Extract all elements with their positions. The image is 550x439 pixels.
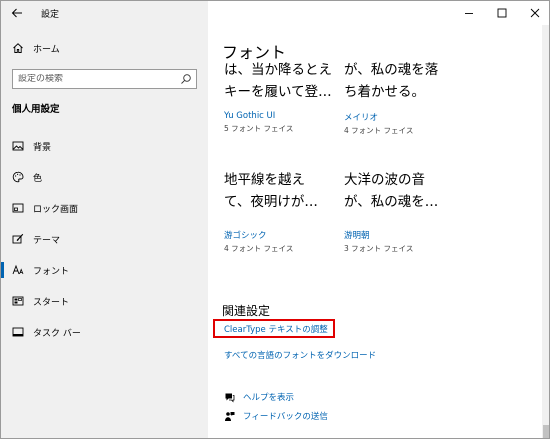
image-icon bbox=[12, 140, 24, 152]
search-icon bbox=[181, 74, 191, 84]
palette-icon bbox=[12, 171, 24, 183]
sidebar-item-start[interactable]: スタート bbox=[1, 287, 208, 315]
font-card-yu-mincho[interactable]: 大洋の波の音 が、私の魂を… 游明朝 3 フォント フェイス bbox=[344, 169, 454, 254]
sidebar-item-label: ロック画面 bbox=[33, 204, 79, 215]
search-box[interactable] bbox=[12, 69, 197, 89]
show-help-label: ヘルプを表示 bbox=[243, 393, 295, 403]
sidebar-item-label: テーマ bbox=[33, 235, 61, 246]
font-name-link[interactable]: 游明朝 bbox=[344, 229, 454, 241]
sidebar-item-label: スタート bbox=[33, 297, 70, 308]
font-card-yu-gothic-ui[interactable]: は、当か降るとえ キーを履いて登… Yu Gothic UI 5 フォント フェ… bbox=[224, 59, 334, 134]
help-chat-icon bbox=[224, 392, 235, 403]
font-face-count: 4 フォント フェイス bbox=[224, 244, 294, 253]
theme-brush-icon bbox=[12, 233, 24, 245]
close-icon bbox=[530, 8, 539, 18]
font-icon bbox=[12, 264, 24, 276]
font-card-meiryo[interactable]: が、私の魂を落 ち着かせる。 メイリオ 4 フォント フェイス bbox=[344, 59, 454, 136]
sidebar-item-home[interactable]: ホーム bbox=[1, 37, 208, 59]
minimize-icon bbox=[464, 13, 473, 14]
minimize-button[interactable] bbox=[452, 1, 485, 25]
font-sample-line: 地平線を越え bbox=[224, 172, 305, 188]
sidebar: 設定 ホーム 個人用設定 背景 色 bbox=[1, 1, 208, 438]
sidebar-item-label: 色 bbox=[33, 173, 43, 184]
font-sample-line: キーを履いて登… bbox=[224, 84, 332, 100]
selection-indicator bbox=[1, 262, 4, 278]
related-settings-title: 関連設定 bbox=[222, 304, 271, 318]
show-help-link[interactable]: ヘルプを表示 bbox=[224, 390, 294, 404]
font-name-link[interactable]: メイリオ bbox=[344, 111, 454, 123]
font-card-yu-gothic[interactable]: 地平線を越え て、夜明けが… 游ゴシック 4 フォント フェイス bbox=[224, 169, 334, 254]
sidebar-item-lock-screen[interactable]: ロック画面 bbox=[1, 194, 208, 222]
sidebar-item-label: 背景 bbox=[33, 142, 52, 153]
send-feedback-label: フィードバックの送信 bbox=[243, 412, 328, 422]
app-title: 設定 bbox=[41, 9, 60, 20]
sidebar-item-label: フォント bbox=[33, 266, 70, 277]
maximize-button[interactable] bbox=[485, 1, 518, 25]
home-icon bbox=[12, 42, 24, 54]
sidebar-item-background[interactable]: 背景 bbox=[1, 132, 208, 160]
section-title: 個人用設定 bbox=[12, 104, 60, 115]
font-name-link[interactable]: Yu Gothic UI bbox=[224, 111, 334, 121]
send-feedback-link[interactable]: フィードバックの送信 bbox=[224, 409, 328, 423]
sidebar-item-taskbar[interactable]: タスク バー bbox=[1, 318, 208, 346]
font-sample-line: は、当か降るとえ bbox=[224, 62, 332, 78]
font-sample-line: て、夜明けが… bbox=[224, 194, 318, 210]
titlebar-left: 設定 bbox=[1, 1, 208, 25]
sidebar-item-font[interactable]: フォント bbox=[1, 256, 208, 284]
cleartype-link[interactable]: ClearType テキストの調整 bbox=[224, 323, 328, 335]
sidebar-item-color[interactable]: 色 bbox=[1, 163, 208, 191]
scrollbar-thumb[interactable] bbox=[543, 425, 549, 438]
main-content: フォント は、当か降るとえ キーを履いて登… Yu Gothic UI 5 フォ… bbox=[208, 1, 549, 438]
maximize-icon bbox=[497, 8, 506, 18]
download-fonts-link[interactable]: すべての言語のフォントをダウンロード bbox=[224, 349, 376, 361]
font-sample-line: 大洋の波の音 bbox=[344, 172, 425, 188]
home-label: ホーム bbox=[33, 44, 60, 55]
back-button[interactable] bbox=[1, 1, 33, 25]
settings-window: 設定 ホーム 個人用設定 背景 色 bbox=[0, 0, 550, 439]
font-sample-line: が、私の魂を… bbox=[344, 194, 439, 210]
search-input[interactable] bbox=[18, 74, 178, 84]
font-sample-line: ち着かせる。 bbox=[344, 84, 425, 100]
feedback-icon bbox=[224, 411, 235, 422]
taskbar-icon bbox=[12, 326, 24, 338]
scrollbar[interactable] bbox=[542, 25, 549, 438]
back-arrow-icon bbox=[11, 8, 22, 18]
close-button[interactable] bbox=[518, 1, 549, 25]
font-sample-line: が、私の魂を落 bbox=[344, 62, 439, 78]
sidebar-item-theme[interactable]: テーマ bbox=[1, 225, 208, 253]
sidebar-item-label: タスク バー bbox=[33, 328, 81, 339]
font-name-link[interactable]: 游ゴシック bbox=[224, 229, 334, 241]
lock-screen-icon bbox=[12, 202, 24, 214]
window-controls bbox=[452, 1, 549, 25]
font-face-count: 4 フォント フェイス bbox=[344, 126, 414, 135]
font-face-count: 3 フォント フェイス bbox=[344, 244, 414, 253]
start-grid-icon bbox=[12, 295, 24, 307]
font-face-count: 5 フォント フェイス bbox=[224, 124, 294, 133]
